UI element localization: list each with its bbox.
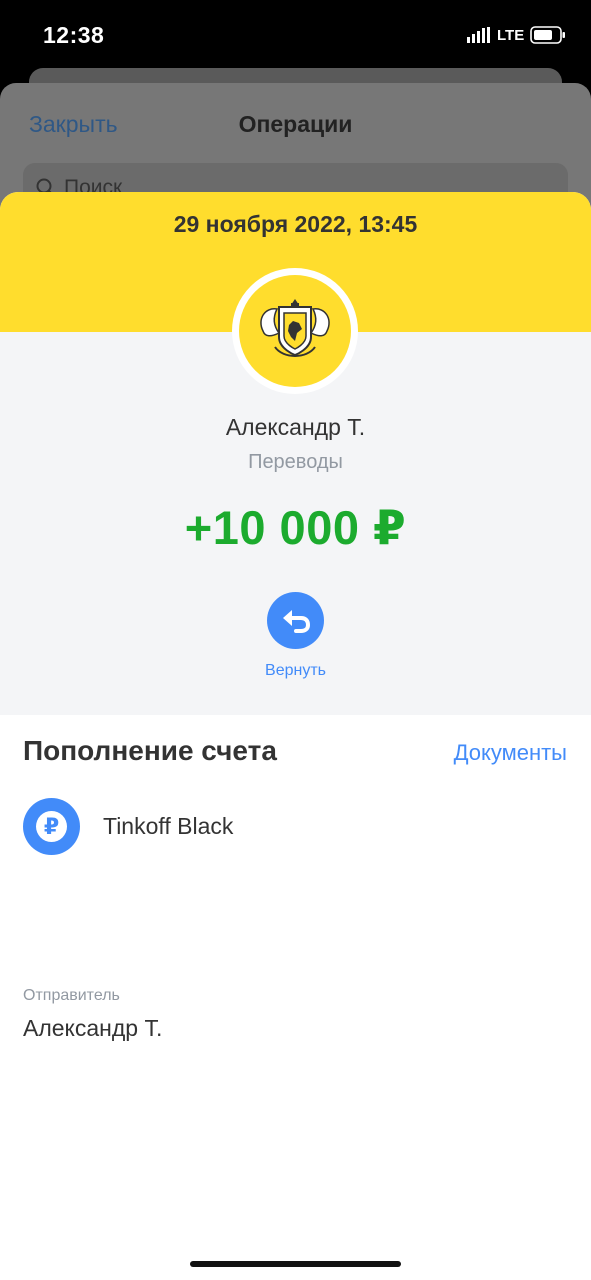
return-label[interactable]: Вернуть xyxy=(0,662,591,680)
operation-date: 29 ноября 2022, 13:45 xyxy=(173,211,418,237)
ruble-symbol: ₽ xyxy=(36,811,67,842)
account-name[interactable]: Tinkoff Black xyxy=(103,813,233,840)
battery-icon xyxy=(530,25,566,45)
signal-bars-icon xyxy=(467,27,491,43)
network-label: LTE xyxy=(497,27,525,44)
return-button[interactable] xyxy=(267,592,324,649)
ruble-icon: ₽ xyxy=(23,798,80,855)
amount: +10 000 ₽ xyxy=(184,501,407,554)
home-indicator xyxy=(190,1261,401,1267)
operations-title: Операции xyxy=(238,111,353,137)
sender-value: Александр Т. xyxy=(23,1015,163,1041)
status-bar: 12:38 LTE xyxy=(0,0,591,70)
documents-link[interactable]: Документы xyxy=(454,740,567,766)
section-title: Пополнение счета xyxy=(23,735,277,766)
sender-label: Отправитель xyxy=(23,987,120,1004)
status-time: 12:38 xyxy=(43,22,105,48)
counterparty-name: Александр Т. xyxy=(225,414,366,440)
bank-logo-icon xyxy=(239,275,351,387)
operation-detail-sheet: 29 ноября 2022, 13:45 Александр Т. Перев… xyxy=(0,192,591,1280)
category-label[interactable]: Переводы xyxy=(0,451,591,474)
return-arrow-icon xyxy=(283,610,310,633)
